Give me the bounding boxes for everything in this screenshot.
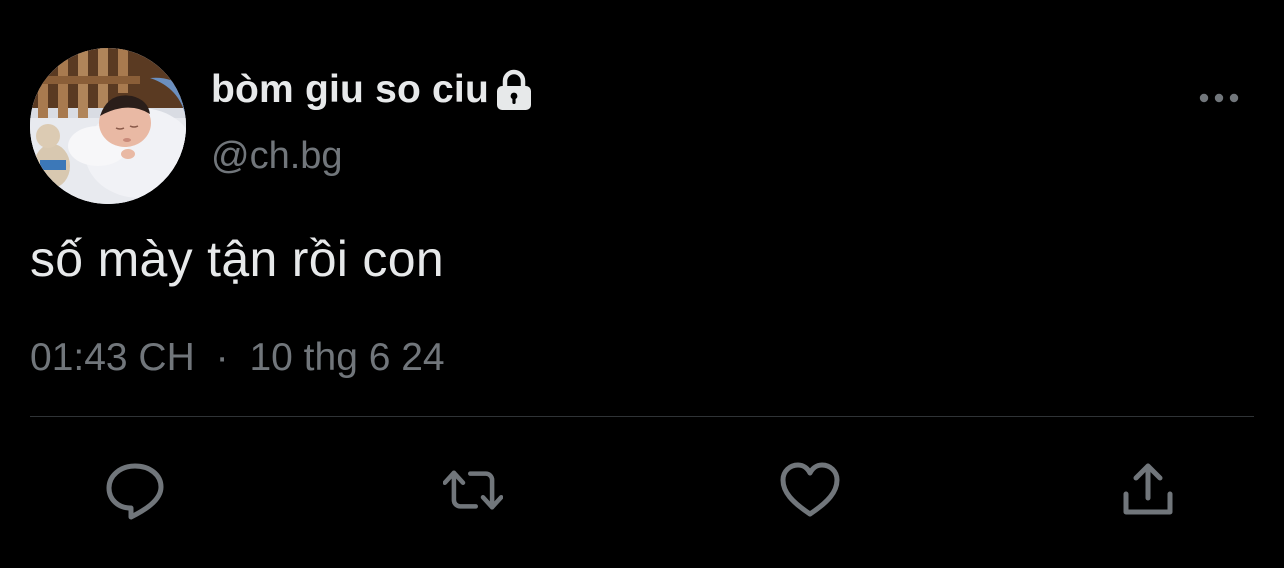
- retweet-button[interactable]: [443, 460, 503, 520]
- more-horizontal-icon: [1199, 93, 1239, 103]
- display-name[interactable]: bòm giu so ciu: [211, 68, 489, 112]
- more-options-button[interactable]: [1196, 82, 1242, 114]
- separator-dot: ·: [215, 336, 229, 379]
- display-name-row[interactable]: bòm giu so ciu: [211, 64, 533, 116]
- timestamp-row[interactable]: 01:43 CH · 10 thg 6 24: [30, 336, 445, 380]
- lock-icon: [495, 69, 533, 111]
- tweet-date[interactable]: 10 thg 6 24: [249, 336, 444, 379]
- tweet-detail: bòm giu so ciu @ch.bg số mày tận rồi con…: [0, 0, 1284, 568]
- share-button[interactable]: [1118, 460, 1178, 520]
- tweet-text: số mày tận rồi con: [30, 231, 444, 287]
- user-handle[interactable]: @ch.bg: [211, 135, 343, 178]
- divider: [30, 416, 1254, 417]
- heart-icon: [780, 462, 840, 517]
- share-icon: [1123, 463, 1173, 515]
- like-button[interactable]: [780, 460, 840, 520]
- avatar[interactable]: [30, 48, 186, 204]
- tweet-time[interactable]: 01:43 CH: [30, 336, 195, 379]
- avatar-photo: [30, 48, 186, 204]
- reply-button[interactable]: [105, 460, 165, 520]
- reply-bubble-icon: [106, 463, 164, 520]
- retweet-icon: [443, 470, 503, 510]
